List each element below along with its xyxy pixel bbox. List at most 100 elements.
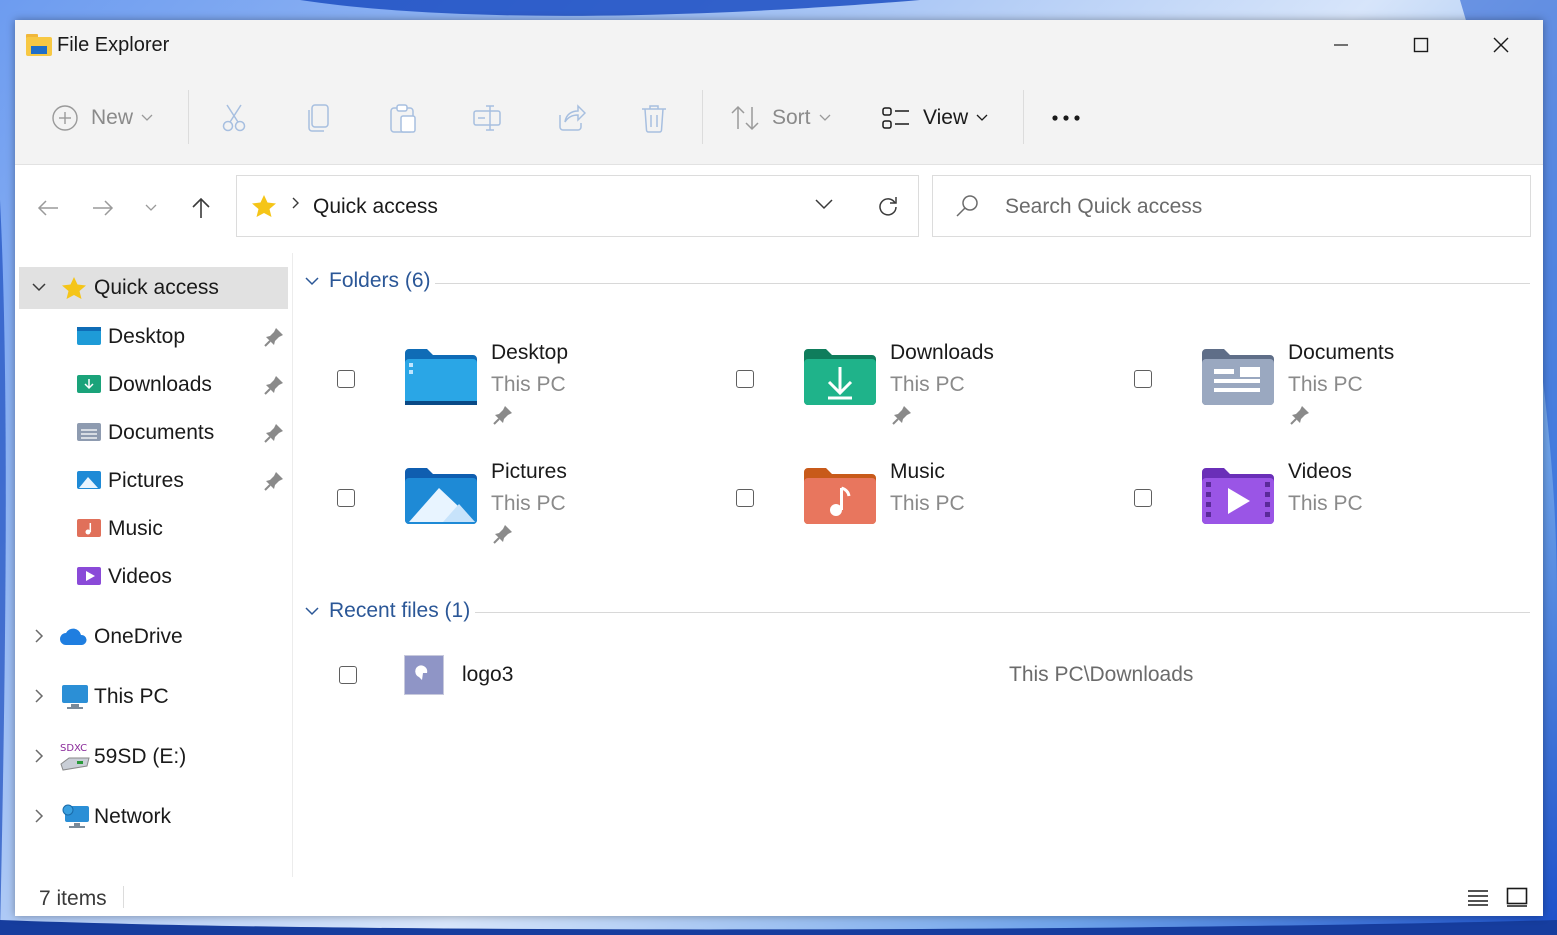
- folder-tile-videos[interactable]: Videos This PC: [1100, 452, 1480, 552]
- sidebar-item-onedrive[interactable]: OneDrive: [19, 616, 288, 658]
- svg-text:SDXC: SDXC: [60, 743, 87, 754]
- file-explorer-icon: [26, 34, 52, 56]
- chevron-right-icon[interactable]: [31, 808, 47, 824]
- chevron-right-icon[interactable]: [31, 628, 47, 644]
- forward-button[interactable]: [88, 193, 118, 223]
- delete-button[interactable]: [641, 100, 667, 136]
- sidebar-item-desktop[interactable]: Desktop: [19, 316, 288, 358]
- sidebar-item-label: Documents: [108, 421, 215, 444]
- content-pane: Folders (6) Desktop This PC Downloads Th…: [293, 253, 1543, 877]
- folder-tile-pictures[interactable]: Pictures This PC: [303, 452, 683, 552]
- view-label: View: [923, 106, 969, 129]
- copy-button[interactable]: [306, 100, 332, 136]
- search-icon: [956, 195, 978, 217]
- sidebar-item-label: Desktop: [108, 325, 186, 348]
- select-checkbox[interactable]: [1134, 370, 1152, 388]
- chevron-right-icon[interactable]: [31, 748, 47, 764]
- videos-folder-icon: [77, 567, 101, 585]
- sidebar-item-label: Music: [108, 517, 163, 540]
- file-thumbnail: [404, 655, 444, 695]
- toolbar-divider: [702, 90, 703, 144]
- up-button[interactable]: [186, 193, 216, 223]
- chevron-right-icon[interactable]: [31, 688, 47, 704]
- computer-icon: [62, 685, 88, 709]
- view-button[interactable]: View: [881, 100, 988, 136]
- pin-icon: [264, 424, 283, 443]
- select-checkbox[interactable]: [337, 489, 355, 507]
- sidebar-item-music[interactable]: Music: [19, 508, 288, 550]
- folder-tile-documents[interactable]: Documents This PC: [1100, 333, 1480, 433]
- large-icons-view-icon: [1506, 887, 1528, 907]
- address-bar[interactable]: Quick access: [236, 175, 919, 237]
- file-explorer-window: File Explorer New Sort View Quick access…: [15, 20, 1543, 916]
- folder-tile-music[interactable]: Music This PC: [702, 452, 1082, 552]
- details-view-icon: [1468, 890, 1488, 906]
- folder-name: Music: [890, 460, 945, 483]
- recent-file-row[interactable]: logo3 This PC\Downloads: [293, 633, 1543, 695]
- sidebar-item-label: 59SD (E:): [94, 745, 187, 768]
- sidebar-item-documents[interactable]: Documents: [19, 412, 288, 454]
- pin-icon: [264, 376, 283, 395]
- sidebar-item-label: This PC: [94, 685, 169, 708]
- folder-name: Downloads: [890, 341, 994, 364]
- sidebar-item-network[interactable]: Network: [19, 796, 288, 838]
- folder-tile-downloads[interactable]: Downloads This PC: [702, 333, 1082, 433]
- new-button[interactable]: New: [51, 100, 153, 136]
- chevron-down-icon: [976, 114, 988, 121]
- rename-button[interactable]: [472, 100, 504, 136]
- search-box[interactable]: [932, 175, 1531, 237]
- address-location: Quick access: [313, 195, 438, 218]
- documents-folder-icon: [77, 423, 101, 441]
- recent-section-title: Recent files (1): [329, 599, 471, 622]
- star-icon: [62, 277, 86, 299]
- chevron-down-icon[interactable]: [815, 198, 833, 210]
- back-button[interactable]: [33, 193, 63, 223]
- select-checkbox[interactable]: [1134, 489, 1152, 507]
- select-checkbox[interactable]: [736, 489, 754, 507]
- refresh-icon[interactable]: [877, 195, 899, 217]
- sidebar-item-this-pc[interactable]: This PC: [19, 676, 288, 718]
- share-button[interactable]: [556, 100, 586, 136]
- plus-circle-icon: [52, 105, 78, 131]
- cut-button[interactable]: [220, 100, 248, 136]
- status-divider: [123, 886, 124, 908]
- chevron-down-icon[interactable]: [31, 279, 47, 295]
- sidebar-item-sd-drive[interactable]: SDXC 59SD (E:): [19, 736, 288, 778]
- sidebar-item-pictures[interactable]: Pictures: [19, 460, 288, 502]
- minimize-button[interactable]: [1301, 20, 1381, 70]
- new-label: New: [91, 106, 134, 129]
- pin-icon: [264, 328, 283, 347]
- sidebar-item-label: Pictures: [108, 469, 184, 492]
- select-checkbox[interactable]: [736, 370, 754, 388]
- select-checkbox[interactable]: [339, 666, 357, 684]
- close-button[interactable]: [1461, 20, 1541, 70]
- paste-button[interactable]: [389, 100, 417, 136]
- folder-location: This PC: [491, 492, 566, 515]
- details-view-button[interactable]: [1465, 884, 1491, 910]
- maximize-button[interactable]: [1381, 20, 1461, 70]
- sidebar-item-quick-access[interactable]: Quick access: [19, 267, 288, 309]
- sidebar-item-downloads[interactable]: Downloads: [19, 364, 288, 406]
- downloads-folder-icon: [77, 375, 101, 393]
- recent-locations-button[interactable]: [136, 193, 166, 223]
- sort-button[interactable]: Sort: [730, 100, 831, 136]
- folders-section-header[interactable]: Folders (6): [305, 269, 431, 293]
- folder-name: Pictures: [491, 460, 567, 483]
- recent-section-header[interactable]: Recent files (1): [305, 599, 470, 623]
- select-checkbox[interactable]: [337, 370, 355, 388]
- sidebar-item-label: Quick access: [94, 276, 219, 299]
- sd-card-drive-icon: SDXC: [60, 743, 90, 771]
- sidebar-item-videos[interactable]: Videos: [19, 556, 288, 598]
- more-icon: [1052, 115, 1080, 121]
- tiles-view-button[interactable]: [1504, 884, 1530, 910]
- search-input[interactable]: [1003, 190, 1507, 224]
- desktop-folder-icon: [405, 349, 477, 405]
- arrow-right-icon: [93, 200, 114, 216]
- more-options-button[interactable]: [1051, 100, 1081, 136]
- rename-icon: [473, 105, 501, 131]
- navigation-bar: Quick access: [15, 165, 1543, 253]
- network-icon: [62, 804, 89, 828]
- folder-tile-desktop[interactable]: Desktop This PC: [303, 333, 683, 433]
- section-divider: [435, 283, 1530, 284]
- scissors-icon: [222, 104, 246, 132]
